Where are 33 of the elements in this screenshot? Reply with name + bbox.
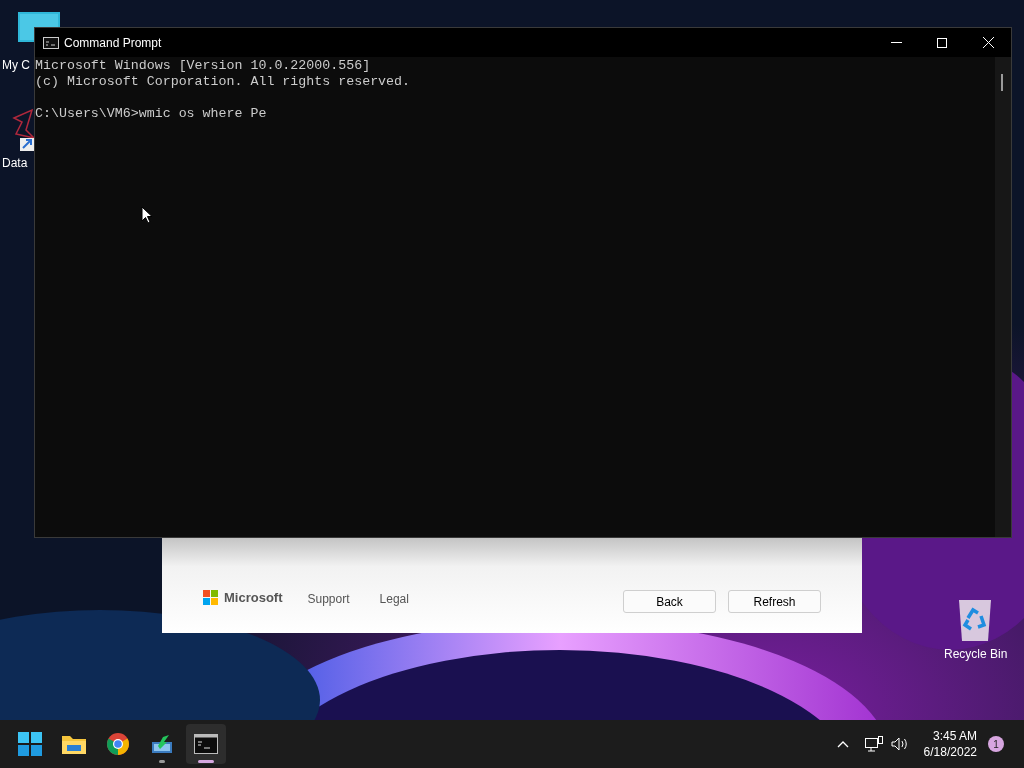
chevron-up-icon[interactable]: [836, 740, 849, 748]
console-line: (c) Microsoft Corporation. All rights reserved.: [35, 74, 411, 90]
desktop-icon-label: Data: [2, 156, 28, 170]
network-icon[interactable]: [864, 736, 883, 752]
folder-icon: [61, 733, 87, 755]
dialog-button[interactable]: Back: [623, 590, 716, 613]
volume-icon[interactable]: [890, 737, 908, 751]
minimize-icon: [890, 42, 902, 43]
desktop-icon-label: Recycle Bin: [944, 647, 1008, 661]
notification-badge[interactable]: 1: [988, 736, 1004, 752]
scrollbar-thumb[interactable]: [1001, 74, 1003, 91]
terminal-icon: [43, 36, 59, 49]
clock-date[interactable]: 6/18/2022: [923, 744, 977, 760]
installer-icon: [151, 734, 173, 754]
taskbar-button[interactable]: [186, 724, 226, 764]
dialog-button[interactable]: Refresh: [728, 590, 821, 613]
footer-link[interactable]: Support: [307, 590, 350, 608]
terminal-icon: [194, 734, 218, 754]
console-line: Microsoft Windows [Version 10.0.22000.556]: [35, 58, 371, 74]
maximize-icon: [937, 37, 947, 48]
desktop-icon-label: My C: [2, 58, 30, 72]
clock-time[interactable]: 3:45 AM: [932, 728, 977, 744]
cursor-icon: [141, 206, 153, 224]
running-indicator: [198, 760, 214, 763]
browser-icon: [106, 732, 130, 756]
footer-link[interactable]: Legal: [379, 590, 409, 608]
windows-logo-icon: [18, 732, 42, 756]
microsoft-logo-icon: [203, 589, 218, 605]
running-indicator: [159, 760, 165, 763]
window-title: Command Prompt: [64, 34, 162, 52]
close-icon: [982, 37, 994, 48]
brand-name: Microsoft: [224, 588, 283, 607]
command-line: C:\Users\VM6>wmic os where Pe: [35, 106, 267, 122]
